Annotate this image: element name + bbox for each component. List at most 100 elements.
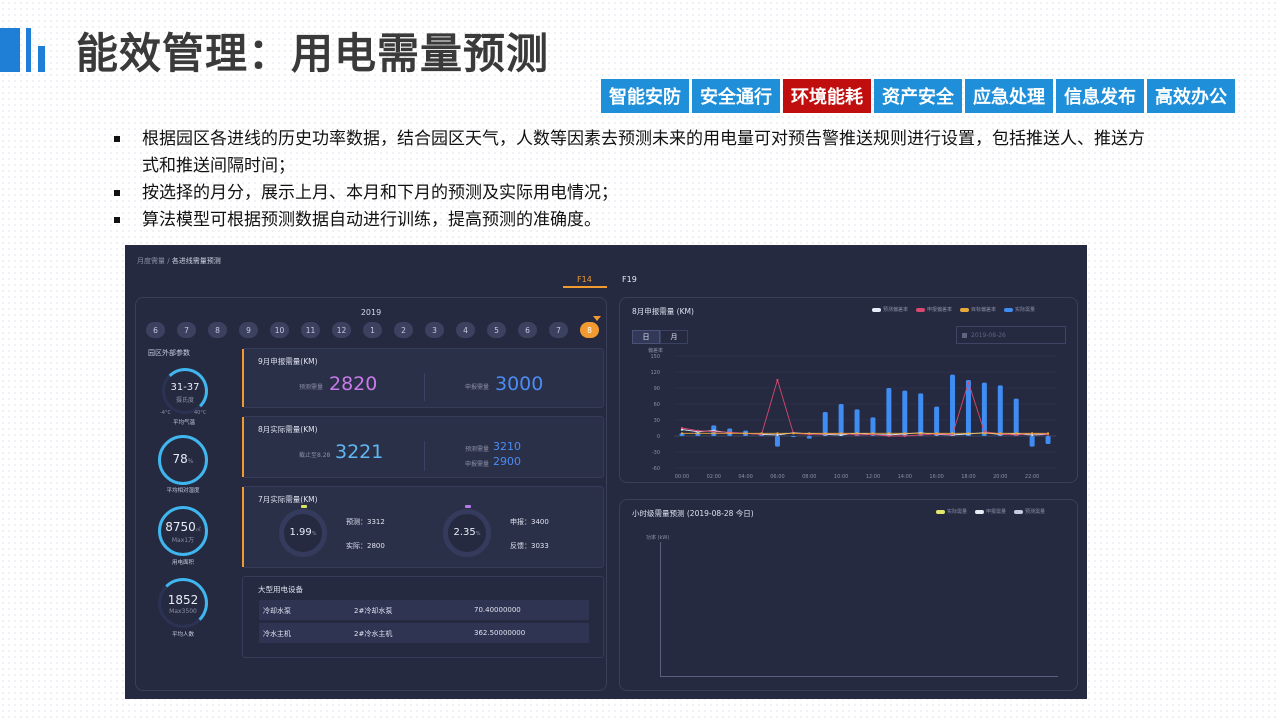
data-point <box>903 434 906 438</box>
tab-2[interactable]: 环境能耗 <box>783 79 871 113</box>
legend-item[interactable]: 实际需量 <box>936 508 967 515</box>
month-button[interactable]: 5 <box>487 322 506 338</box>
month-button[interactable]: 7 <box>549 322 568 338</box>
x-tick-label: 12:00 <box>866 474 880 480</box>
pred-deviation-value: 1.99 <box>289 527 312 538</box>
month-button[interactable]: 6 <box>518 322 537 338</box>
legend-item[interactable]: 实际需量 <box>1004 306 1035 313</box>
humidity-ring: 78% <box>158 435 208 485</box>
data-point <box>824 432 827 435</box>
logo-bar-2 <box>26 28 31 72</box>
bullet-item: 根据园区各进线的历史功率数据，结合园区天气，人数等因素去预测未来的用电量可对预告… <box>112 126 1152 180</box>
bullet-list: 根据园区各进线的历史功率数据，结合园区天气，人数等因素去预测未来的用电量可对预告… <box>112 126 1152 234</box>
month-button[interactable]: 1 <box>363 322 382 338</box>
bar <box>1045 436 1051 444</box>
data-point <box>871 432 875 435</box>
aug-bar-chart: 偏差率150 120 90 60 30 0 -30 -60 00:00 02:00 04:00 06:… <box>648 347 1056 480</box>
tab-4[interactable]: 应急处理 <box>965 79 1053 113</box>
legend-item[interactable]: 申报偏差率 <box>916 306 952 313</box>
data-point <box>967 432 970 435</box>
bar <box>838 404 844 436</box>
year-label: 2019 <box>360 308 382 317</box>
date-picker[interactable]: 2019-08-26 <box>956 326 1066 344</box>
area-max: Max1万 <box>171 537 195 544</box>
jul-actual-card: 7月实际需量(KM) 1.99% 预测：3312 实际：2800 2.35% 申… <box>242 486 604 568</box>
month-button[interactable]: 4 <box>456 322 475 338</box>
month-button[interactable]: 2 <box>394 322 413 338</box>
legend-item[interactable]: 预测需量 <box>1014 508 1045 515</box>
table-row[interactable]: 冷水主机 2#冷水主机 362.50000000 <box>259 623 589 643</box>
humidity-value: 78 <box>172 452 188 466</box>
legend-item[interactable]: 目标偏差率 <box>960 306 996 313</box>
jul-pred-text: 预测：3312 <box>346 518 385 526</box>
month-button[interactable]: 3 <box>425 322 444 338</box>
y-tick-label: 150 <box>650 354 660 360</box>
tab-f14[interactable]: F14 <box>577 275 592 284</box>
data-point <box>919 432 922 435</box>
hourly-title: 小时级需量预测 (2019-08-28 今日) <box>632 509 754 518</box>
data-point <box>776 432 779 435</box>
sep-card-title: 9月申报需量(KM) <box>258 357 318 366</box>
data-point <box>1015 432 1018 435</box>
aug-chart-title: 8月申报需量 (KM) <box>632 307 694 316</box>
month-button[interactable]: 12 <box>332 322 351 338</box>
data-point <box>760 432 763 435</box>
legend-item[interactable]: 申报需量 <box>975 508 1006 515</box>
tab-f19[interactable]: F19 <box>622 275 637 284</box>
toggle-day-button[interactable]: 日 <box>632 330 660 344</box>
x-tick-label: 14:00 <box>898 474 912 480</box>
sep-pred-label: 预测需量 <box>299 384 324 391</box>
bar <box>934 406 940 436</box>
temperature-min: -4°C <box>160 410 171 416</box>
tab-3[interactable]: 资产安全 <box>874 79 962 113</box>
data-point <box>903 432 906 435</box>
month-button[interactable]: 6 <box>146 322 165 338</box>
legend-item[interactable]: 预测偏差率 <box>872 306 908 313</box>
month-button[interactable]: 8 <box>580 322 599 338</box>
people-ring: 1852 Max3500 <box>158 578 208 628</box>
data-point <box>744 432 747 435</box>
x-tick-label: 06:00 <box>770 474 784 480</box>
y-tick-label: 120 <box>650 370 660 376</box>
data-point <box>680 432 684 435</box>
month-button[interactable]: 9 <box>239 322 258 338</box>
breadcrumb-current: 各进线需量预测 <box>171 257 221 265</box>
table-row[interactable]: 冷却水泵 2#冷却水泵 70.40000000 <box>259 600 589 620</box>
jul-decl-text: 申报：3400 <box>510 518 549 526</box>
month-button[interactable]: 10 <box>270 322 289 338</box>
month-button[interactable]: 8 <box>208 322 227 338</box>
jul-card-title: 7月实际需量(KM) <box>258 495 318 504</box>
x-tick-label: 16:00 <box>929 474 943 480</box>
month-button[interactable]: 7 <box>177 322 196 338</box>
bar <box>806 436 812 439</box>
selected-month-caret <box>593 316 601 321</box>
x-tick-label: 02:00 <box>707 474 721 480</box>
humidity-unit: % <box>187 458 194 465</box>
breadcrumb-parent[interactable]: 月度需量 <box>137 257 165 265</box>
toggle-month-button[interactable]: 月 <box>660 330 688 344</box>
data-point <box>967 381 970 384</box>
data-point <box>840 432 843 435</box>
data-point <box>951 432 954 435</box>
active-tab-indicator <box>563 286 607 288</box>
area-label: 用电面积 <box>171 560 194 566</box>
data-point <box>887 432 890 435</box>
bullet-item: 算法模型可根据预测数据自动进行训练，提高预测的准确度。 <box>112 207 1152 234</box>
hourly-panel: 小时级需量预测 (2019-08-28 今日) 实际需量 申报需量 预测需量 功… <box>619 499 1078 691</box>
bullet-item: 按选择的月分，展示上月、本月和下月的预测及实际用电情况； <box>112 180 1152 207</box>
month-button[interactable]: 11 <box>301 322 320 338</box>
jul-feedback-text: 反馈：3033 <box>510 542 549 550</box>
breadcrumb: 月度需量 / 各进线需量预测 <box>137 256 221 266</box>
tab-0[interactable]: 智能安防 <box>601 79 689 113</box>
tab-5[interactable]: 信息发布 <box>1056 79 1144 113</box>
left-panel: 2019 6 7 8 9 10 11 12 1 2 3 4 5 6 7 8 园区外部参数 31-37 摄氏度… <box>135 297 607 691</box>
x-tick-label: 18:00 <box>961 474 975 480</box>
temperature-ring: 31-37 摄氏度 <box>162 368 208 414</box>
hourly-legend: 实际需量 申报需量 预测需量 <box>936 508 1045 515</box>
tab-1[interactable]: 安全通行 <box>692 79 780 113</box>
tab-6[interactable]: 高效办公 <box>1147 79 1235 113</box>
bar <box>997 385 1003 436</box>
bar <box>886 388 892 436</box>
logo-bar-3 <box>38 46 45 72</box>
aug-pred-value: 3210 <box>493 440 521 453</box>
